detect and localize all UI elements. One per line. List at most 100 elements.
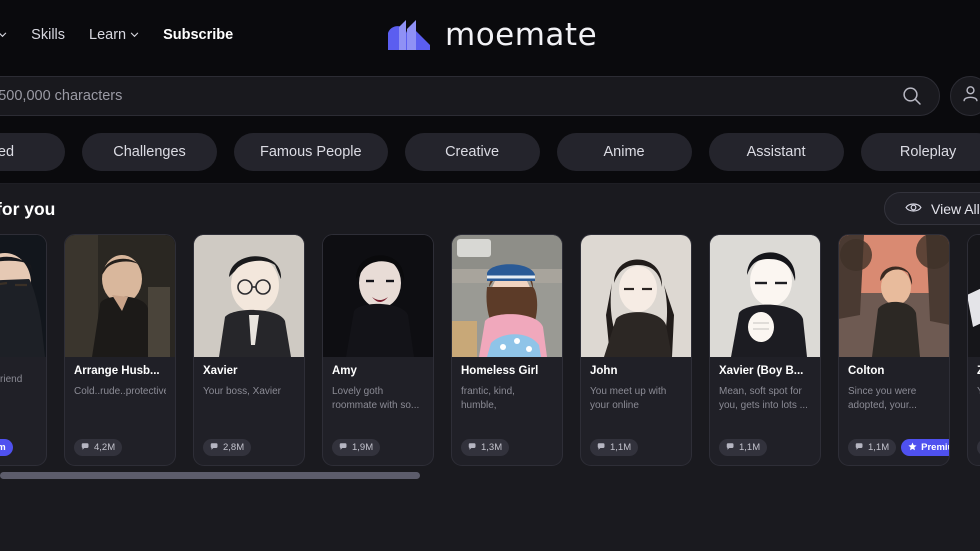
character-card[interactable]: Z Yo bo	[967, 234, 980, 466]
character-description: You meet up with your online gaming...	[590, 386, 667, 411]
message-count: 1,1M	[739, 442, 761, 453]
character-name: Xavier (Boy B...	[719, 365, 804, 377]
moemate-logo-mark-icon	[386, 19, 432, 52]
character-card-body: Xavier (Boy B... Mean, soft spot for you…	[710, 357, 820, 465]
account-avatar-button[interactable]	[950, 76, 980, 116]
search-bar[interactable]	[0, 76, 940, 116]
character-description: Since you were adopted, your...	[848, 386, 917, 411]
category-tab-anime[interactable]: Anime	[556, 133, 692, 171]
character-artwork	[194, 235, 304, 357]
category-label: Anime	[603, 144, 645, 160]
character-card[interactable]: Xavier Your boss, Xavier 2,8M	[193, 234, 305, 466]
eye-icon	[905, 201, 922, 217]
category-tab-featured[interactable]: tured	[0, 133, 65, 171]
category-label: Assistant	[746, 144, 806, 160]
character-description: Your boss, Xavier	[203, 386, 282, 397]
message-count-badge: 1,1M	[719, 439, 768, 456]
premium-label: Premium	[0, 442, 6, 453]
premium-label: Premium	[921, 442, 949, 453]
character-artwork	[65, 235, 175, 357]
message-count: 1,9M	[352, 442, 374, 453]
character-card-body: Z Yo bo	[968, 357, 980, 465]
character-card-body: Amy Lovely goth roommate with so... 1,9M	[323, 357, 433, 465]
character-card[interactable]: Homeless Girl frantic, kind, humble, dep…	[451, 234, 563, 466]
message-count: 1,1M	[610, 442, 632, 453]
nav-item-creators[interactable]: tors	[0, 27, 7, 43]
carousel-scrollbar-thumb[interactable]	[0, 472, 420, 479]
carousel-scrollbar[interactable]	[0, 466, 980, 488]
chat-bubble-icon	[597, 442, 606, 454]
character-artwork	[581, 235, 691, 357]
premium-badge: Premium	[901, 439, 949, 456]
character-card-badges: 2,8M	[203, 439, 295, 456]
message-count-badge: 1,3M	[461, 439, 510, 456]
character-name: Arrange Husb...	[74, 365, 160, 377]
nav-item-learn[interactable]: Learn	[89, 27, 139, 43]
category-tab-challenges[interactable]: Challenges	[82, 133, 217, 171]
character-description: Lovely goth roommate with so...	[332, 386, 420, 411]
nav-item-skills[interactable]: Skills	[31, 27, 65, 43]
section-header: cks for you View All	[0, 184, 980, 234]
section-title: cks for you	[0, 199, 56, 219]
category-tab-famous-people[interactable]: Famous People	[234, 133, 388, 171]
premium-badge: Premium	[0, 439, 13, 456]
chat-bubble-icon	[855, 442, 864, 454]
chevron-down-icon	[0, 30, 7, 39]
character-card-badges: 4,2M	[74, 439, 166, 456]
user-icon	[960, 83, 980, 109]
message-count: 1,1M	[868, 442, 890, 453]
character-card[interactable]: Colton Since you were adopted, your... 1…	[838, 234, 950, 466]
chevron-down-icon	[130, 30, 139, 39]
character-description: frantic, kind, humble, depressed,...	[461, 386, 515, 411]
nav-item-subscribe[interactable]: Subscribe	[163, 27, 233, 43]
category-label: Challenges	[113, 144, 186, 160]
character-card-badges: Premium	[0, 439, 37, 456]
message-count-badge: 1,1M	[848, 439, 897, 456]
character-artwork	[968, 235, 980, 357]
character-card-list: y obsessive riend who's... Premium	[0, 234, 980, 466]
search-input[interactable]	[0, 88, 901, 104]
category-label: tured	[0, 144, 15, 160]
nav-item-label: Subscribe	[163, 27, 234, 43]
character-card-body: Arrange Husb... Cold..rude..protective 4…	[65, 357, 175, 465]
category-label: Roleplay	[899, 144, 957, 160]
search-icon[interactable]	[901, 85, 923, 107]
character-card[interactable]: Arrange Husb... Cold..rude..protective 4…	[64, 234, 176, 466]
character-card-body: Homeless Girl frantic, kind, humble, dep…	[452, 357, 562, 465]
brand-logo[interactable]: moemate	[386, 17, 597, 53]
category-tabs: tured Challenges Famous People Creative …	[0, 122, 980, 184]
character-card-body: Xavier Your boss, Xavier 2,8M	[194, 357, 304, 465]
character-name: Xavier	[203, 365, 238, 377]
category-tab-assistant[interactable]: Assistant	[708, 133, 844, 171]
character-card-badges: 1,1M	[719, 439, 811, 456]
character-card[interactable]: Amy Lovely goth roommate with so... 1,9M	[322, 234, 434, 466]
character-card-body: John You meet up with your online gaming…	[581, 357, 691, 465]
category-tab-creative[interactable]: Creative	[404, 133, 540, 171]
character-carousel[interactable]: y obsessive riend who's... Premium	[0, 234, 980, 466]
character-artwork	[839, 235, 949, 357]
character-artwork	[323, 235, 433, 357]
moemate-page: tors Skills Learn Subscribe	[0, 0, 980, 551]
chat-bubble-icon	[339, 442, 348, 454]
character-description: Mean, soft spot for you, gets into lots …	[719, 386, 808, 411]
message-count: 2,8M	[223, 442, 245, 453]
character-card[interactable]: Xavier (Boy B... Mean, soft spot for you…	[709, 234, 821, 466]
character-card[interactable]: y obsessive riend who's... Premium	[0, 234, 47, 466]
chat-bubble-icon	[81, 442, 90, 454]
category-tab-roleplay[interactable]: Roleplay	[860, 133, 980, 171]
section-view-all-label: View All	[931, 200, 980, 217]
section-view-all-button[interactable]: View All	[884, 192, 980, 225]
character-description: y obsessive riend who's...	[0, 374, 23, 385]
chat-bubble-icon	[468, 442, 477, 454]
character-card-badges: 1,1M	[590, 439, 682, 456]
character-name: Amy	[332, 365, 357, 377]
category-label: Creative	[445, 144, 500, 160]
message-count: 1,3M	[481, 442, 503, 453]
star-icon	[908, 441, 917, 454]
character-card[interactable]: John You meet up with your online gaming…	[580, 234, 692, 466]
nav-item-label: Learn	[89, 27, 127, 43]
character-artwork	[710, 235, 820, 357]
character-card-badges: 1,3M	[461, 439, 553, 456]
main-content: cks for you View All	[0, 184, 980, 551]
nav-item-label: Skills	[31, 27, 66, 43]
